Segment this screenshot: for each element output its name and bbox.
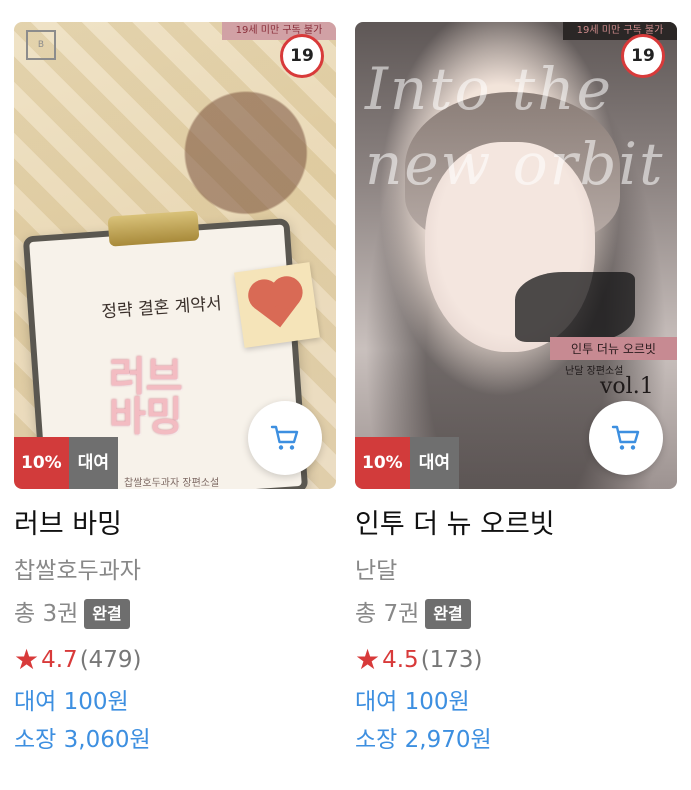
book-card[interactable]: B 19세 미만 구독 불가 정략 결혼 계약서 러브 바밍 찹쌀호두과자 장편…	[14, 22, 336, 757]
cover-title-art: 러브 바밍	[109, 353, 183, 440]
rating-count: (173)	[420, 647, 483, 673]
ribbon-art	[515, 272, 635, 342]
volume-count: 총 7권	[355, 601, 420, 627]
rating-score: 4.7	[41, 647, 78, 673]
rent-tag: 대여	[68, 437, 118, 489]
book-info: 인투 더 뉴 오르빗 난달 총 7권 완결 ★ 4.5 (173) 대여 100…	[355, 489, 677, 757]
cart-icon	[270, 425, 299, 450]
book-title[interactable]: 인투 더 뉴 오르빗	[355, 505, 677, 545]
star-icon: ★	[355, 643, 381, 676]
publisher-logo: B	[26, 30, 56, 60]
heart-note-art	[234, 262, 320, 348]
clipboard-clip	[107, 210, 200, 247]
age-rating-badge: 19	[621, 34, 665, 78]
heart-icon	[254, 282, 300, 328]
discount-tag: 10%	[355, 437, 410, 489]
rent-price: 대여 100원	[14, 689, 129, 715]
cart-icon	[611, 425, 640, 450]
rent-price: 대여 100원	[355, 689, 470, 715]
rating-count: (479)	[79, 647, 142, 673]
add-to-cart-button[interactable]	[589, 401, 663, 475]
book-author[interactable]: 난달	[355, 555, 677, 587]
volume-count-row: 총 7권 완결	[355, 597, 677, 631]
cover-age-banner: 19세 미만 구독 불가	[222, 22, 336, 40]
add-to-cart-button[interactable]	[248, 401, 322, 475]
cover-subtitle-art: 찹쌀호두과자 장편소설	[124, 478, 220, 489]
age-rating-badge: 19	[280, 34, 324, 78]
discount-tag: 10%	[14, 437, 69, 489]
volume-count: 총 3권	[14, 601, 79, 627]
cover-script-title: Into the new orbit	[365, 55, 665, 199]
status-badge: 완결	[84, 599, 130, 629]
cover-age-banner: 19세 미만 구독 불가	[563, 22, 677, 40]
rating-row: ★ 4.7 (479)	[14, 643, 336, 677]
rating-row: ★ 4.5 (173)	[355, 643, 677, 677]
star-icon: ★	[14, 643, 40, 676]
status-badge: 완결	[425, 599, 471, 629]
rating-score: 4.5	[382, 647, 419, 673]
book-cover[interactable]: B 19세 미만 구독 불가 정략 결혼 계약서 러브 바밍 찹쌀호두과자 장편…	[14, 22, 336, 489]
book-author[interactable]: 찹쌀호두과자	[14, 555, 336, 587]
book-info: 러브 바밍 찹쌀호두과자 총 3권 완결 ★ 4.7 (479) 대여 100원…	[14, 489, 336, 757]
promo-tags: 10% 대여	[355, 437, 459, 489]
book-title[interactable]: 러브 바밍	[14, 505, 336, 545]
rent-tag: 대여	[409, 437, 459, 489]
buy-price: 소장 2,970원	[355, 727, 492, 753]
cover-label: 인투 더뉴 오르빗	[550, 337, 677, 360]
promo-tags: 10% 대여	[14, 437, 118, 489]
book-cover[interactable]: 19세 미만 구독 불가 Into the new orbit 인투 더뉴 오르…	[355, 22, 677, 489]
book-grid: B 19세 미만 구독 불가 정략 결혼 계약서 러브 바밍 찹쌀호두과자 장편…	[0, 0, 691, 790]
book-card[interactable]: 19세 미만 구독 불가 Into the new orbit 인투 더뉴 오르…	[355, 22, 677, 757]
buy-price: 소장 3,060원	[14, 727, 151, 753]
volume-count-row: 총 3권 완결	[14, 597, 336, 631]
cover-volume: vol.1	[600, 374, 654, 399]
